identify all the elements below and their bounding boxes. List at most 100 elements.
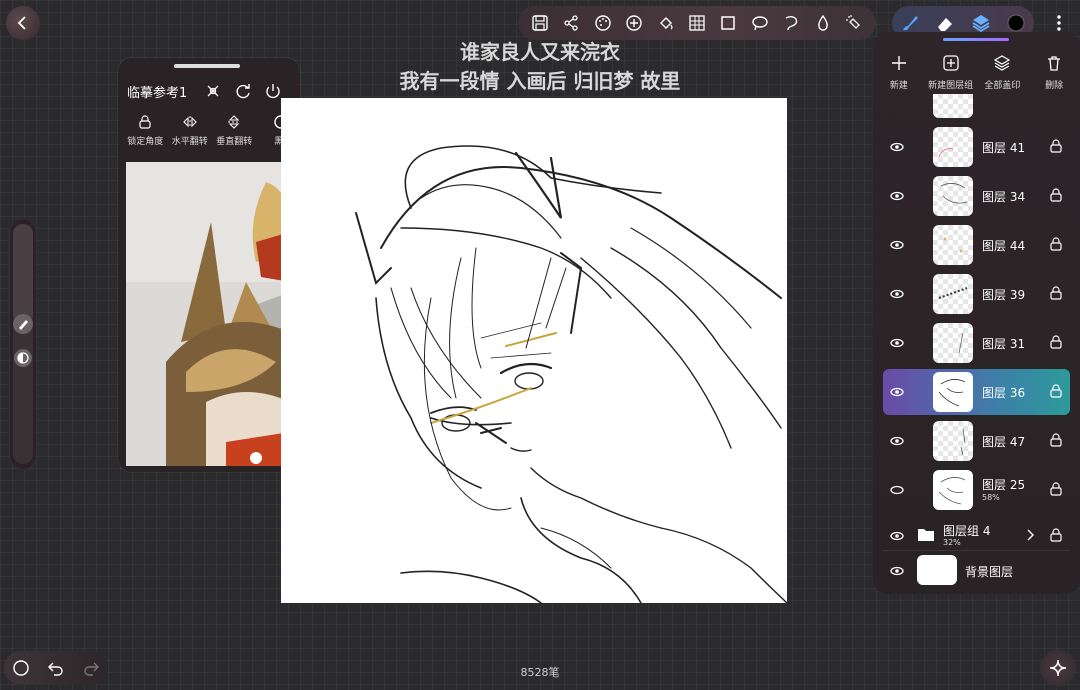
eye-icon[interactable]: [889, 286, 905, 302]
action-label: 新建: [889, 81, 908, 91]
layer-row-31[interactable]: 图层 31: [883, 320, 1070, 366]
layers-icon[interactable]: [970, 12, 992, 34]
flip-horizontal-tool[interactable]: 水平翻转: [169, 114, 212, 147]
layer-thumbnail: [933, 94, 973, 118]
lock-icon[interactable]: [1049, 433, 1063, 447]
undo-button[interactable]: [47, 659, 65, 677]
save-icon[interactable]: [527, 10, 553, 36]
layer-thumbnail: [933, 225, 973, 265]
grid-icon[interactable]: [684, 10, 710, 36]
layer-thumbnail: [933, 127, 973, 167]
layer-group-row[interactable]: 图层组 4 32%: [883, 516, 1070, 550]
layer-row-34[interactable]: 图层 34: [883, 173, 1070, 219]
layer-name: 图层 41: [982, 141, 1026, 155]
lock-angle-tool[interactable]: 锁定角度: [124, 114, 167, 147]
eye-icon[interactable]: [889, 237, 905, 253]
plus-icon: [891, 56, 906, 70]
eraser-icon[interactable]: [934, 12, 956, 34]
share-icon[interactable]: [558, 10, 584, 36]
lock-icon[interactable]: [1049, 139, 1063, 153]
new-group-button[interactable]: 新建图层组: [926, 54, 976, 91]
droplet-icon[interactable]: [810, 10, 836, 36]
palette-icon[interactable]: [590, 10, 616, 36]
folder-icon: [918, 529, 934, 541]
layer-name: 图层 47: [982, 435, 1026, 449]
layer-name: 图层 36: [982, 386, 1026, 400]
lyric-line-1: 谁家良人又来浣衣: [460, 40, 620, 64]
delete-layer-button[interactable]: 删除: [1029, 54, 1079, 91]
layer-row-36[interactable]: 图层 36: [883, 369, 1070, 415]
layer-name: 图层 25: [982, 478, 1026, 492]
tool-label: 垂直翻转: [216, 137, 253, 147]
layer-thumbnail: [933, 421, 973, 461]
background-layer-row[interactable]: 背景图层: [883, 550, 1070, 591]
group-name: 图层组 4: [943, 524, 991, 538]
refresh-icon[interactable]: [232, 80, 254, 102]
size-opacity-slider[interactable]: [9, 218, 37, 470]
back-button[interactable]: [6, 6, 40, 40]
action-label: 新建图层组: [928, 81, 974, 91]
eye-icon[interactable]: [889, 528, 905, 544]
layers-panel: 新建 新建图层组 全部盖印 删除 图层 41 图层 34 图层 44 图层 39…: [873, 32, 1080, 594]
lock-rotate-icon: [139, 115, 151, 129]
eye-icon[interactable]: [889, 563, 905, 579]
action-label: 删除: [1045, 81, 1064, 91]
flip-horizontal-icon: [182, 116, 197, 128]
reference-image[interactable]: [126, 162, 290, 466]
layer-thumbnail: [933, 274, 973, 314]
layer-name: 图层 39: [982, 288, 1026, 302]
layer-row[interactable]: [883, 94, 1070, 120]
stamp-all-button[interactable]: 全部盖印: [977, 54, 1027, 91]
layer-row-41[interactable]: 图层 41: [883, 124, 1070, 170]
eye-icon[interactable]: [889, 188, 905, 204]
stroke-count: 8528笔: [520, 666, 560, 679]
color-swatch[interactable]: [1005, 12, 1027, 34]
layer-name: 图层 44: [982, 239, 1026, 253]
layer-row-47[interactable]: 图层 47: [883, 418, 1070, 464]
drag-handle[interactable]: [174, 64, 240, 68]
lock-icon[interactable]: [1049, 188, 1063, 202]
layer-thumbnail: [933, 176, 973, 216]
circle-tool-button[interactable]: [12, 659, 30, 677]
spray-icon[interactable]: [841, 10, 867, 36]
lock-icon[interactable]: [1049, 528, 1063, 542]
pin-icon[interactable]: [202, 80, 224, 102]
lock-icon[interactable]: [1049, 335, 1063, 349]
history-controls: [4, 651, 108, 685]
eye-icon[interactable]: [889, 139, 905, 155]
lasso-alt-icon[interactable]: [778, 10, 804, 36]
lock-icon[interactable]: [1049, 237, 1063, 251]
lock-icon[interactable]: [1049, 286, 1063, 300]
eye-icon[interactable]: [889, 335, 905, 351]
layer-row-25[interactable]: 图层 25 58%: [883, 467, 1070, 513]
eye-icon[interactable]: [889, 433, 905, 449]
redo-button[interactable]: [82, 659, 100, 677]
brush-icon[interactable]: [899, 12, 921, 34]
group-opacity: 32%: [943, 538, 961, 547]
panel-indicator: [943, 38, 1009, 41]
redo-icon: [83, 662, 99, 676]
eye-icon[interactable]: [889, 384, 905, 400]
lock-icon[interactable]: [1049, 384, 1063, 398]
layer-opacity: 58%: [982, 493, 1000, 502]
fullscreen-button[interactable]: [1040, 650, 1076, 686]
eye-hidden-icon[interactable]: [889, 482, 905, 498]
fill-icon[interactable]: [653, 10, 679, 36]
lasso-icon[interactable]: [747, 10, 773, 36]
trash-icon: [1048, 56, 1061, 71]
reference-panel[interactable]: 临摹参考1 锁定角度 水平翻转 垂直翻转 黑: [118, 58, 300, 472]
chevron-left-icon: [17, 16, 26, 30]
drawing-canvas[interactable]: [281, 98, 787, 603]
flip-vertical-tool[interactable]: 垂直翻转: [213, 114, 256, 147]
rect-select-icon[interactable]: [715, 10, 741, 36]
more-vertical-icon: [1057, 15, 1061, 31]
new-layer-button[interactable]: 新建: [874, 54, 924, 91]
layer-row-44[interactable]: 图层 44: [883, 222, 1070, 268]
lock-icon[interactable]: [1049, 482, 1063, 496]
chevron-right-icon[interactable]: [1025, 528, 1035, 542]
action-label: 全部盖印: [984, 81, 1021, 91]
lyric-line-2: 我有一段情 入画后 归旧梦 故里: [399, 69, 681, 93]
plus-circle-icon[interactable]: [621, 10, 647, 36]
layer-row-39[interactable]: 图层 39: [883, 271, 1070, 317]
tool-label: 水平翻转: [171, 137, 208, 147]
